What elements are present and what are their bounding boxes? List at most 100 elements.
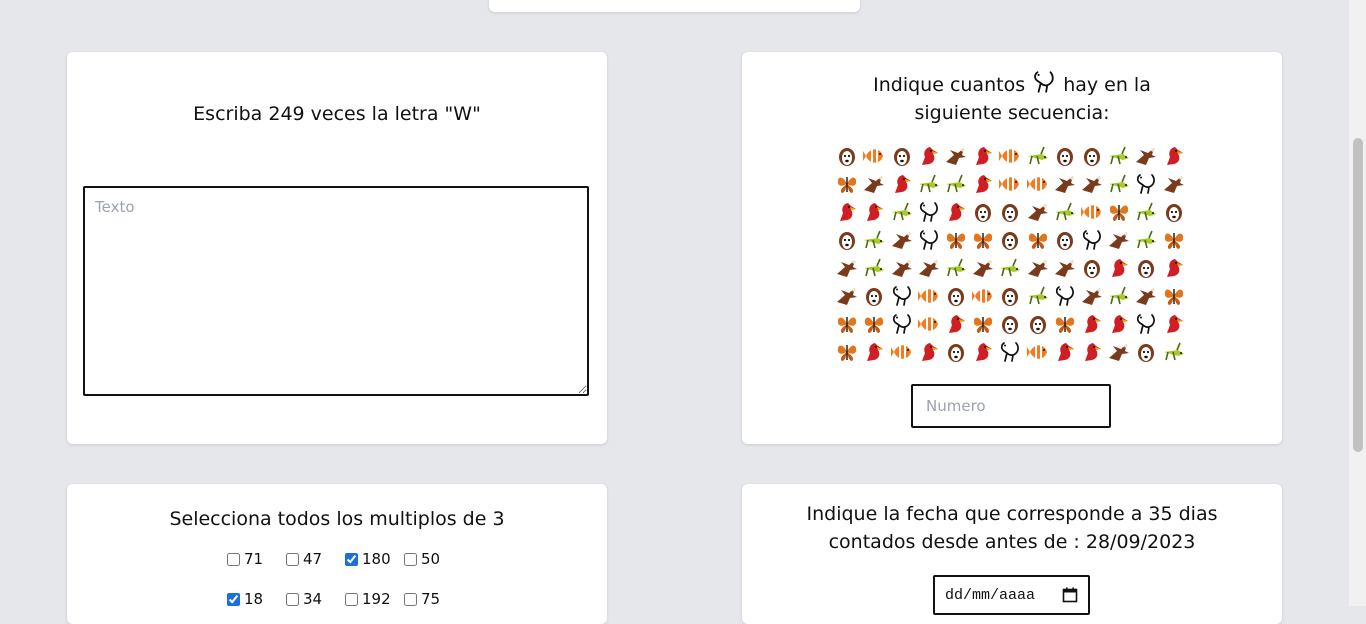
rooster-icon (998, 340, 1025, 364)
grasshopper-icon (862, 228, 889, 252)
eagle-icon (971, 256, 998, 280)
multiple-option-label: 71 (244, 550, 264, 568)
cardinal-icon (1162, 312, 1189, 336)
rooster-icon (917, 200, 944, 224)
eagle-icon (944, 144, 971, 168)
eagle-icon (1080, 172, 1107, 196)
grasshopper-icon (862, 256, 889, 280)
fish-icon (917, 284, 944, 308)
grasshopper-icon (1162, 340, 1189, 364)
dog-icon (971, 200, 998, 224)
write-letter-card: Escriba 249 veces la letra "W" (67, 52, 607, 444)
calendar-icon[interactable] (1062, 587, 1078, 603)
eagle-icon (835, 284, 862, 308)
cardinal-icon (917, 144, 944, 168)
multiple-option[interactable]: 71 (227, 548, 286, 570)
butterfly-icon (835, 340, 862, 364)
grasshopper-icon (944, 256, 971, 280)
dog-icon (890, 144, 917, 168)
eagle-icon (1053, 172, 1080, 196)
multiple-checkbox[interactable] (404, 552, 417, 566)
multiple-option[interactable]: 47 (286, 548, 345, 570)
cardinal-icon (890, 172, 917, 196)
eagle-icon (1162, 172, 1189, 196)
multiple-checkbox[interactable] (227, 592, 240, 606)
multiple-checkbox[interactable] (345, 552, 358, 566)
grasshopper-icon (1107, 144, 1134, 168)
dog-icon (1080, 144, 1107, 168)
butterfly-icon (971, 312, 998, 336)
eagle-icon (890, 256, 917, 280)
cardinal-icon (835, 200, 862, 224)
cardinal-icon (1053, 340, 1080, 364)
date-instruction: Indique la fecha que corresponde a 35 di… (806, 503, 1218, 553)
multiple-checkbox[interactable] (404, 592, 417, 606)
dog-icon (998, 312, 1025, 336)
eagle-icon (1134, 284, 1161, 308)
fish-icon (971, 284, 998, 308)
multiple-checkbox[interactable] (227, 552, 240, 566)
grasshopper-icon (917, 172, 944, 196)
multiple-option-label: 34 (303, 590, 323, 608)
eagle-icon (1107, 228, 1134, 252)
text-input[interactable] (83, 186, 589, 396)
multiple-checkbox[interactable] (286, 552, 299, 566)
multiple-checkbox[interactable] (345, 592, 358, 606)
grasshopper-icon (1134, 200, 1161, 224)
eagle-icon (862, 172, 889, 196)
number-input[interactable] (911, 384, 1111, 428)
eagle-icon (1080, 284, 1107, 308)
fish-icon (917, 312, 944, 336)
date-input[interactable]: dd/mm/aaaa (933, 575, 1090, 615)
cardinal-icon (1080, 312, 1107, 336)
page-scrollbar[interactable] (1349, 0, 1366, 606)
cardinal-icon (1107, 312, 1134, 336)
scrollbar-thumb[interactable] (1353, 138, 1363, 452)
eagle-icon (835, 256, 862, 280)
grasshopper-icon (1107, 172, 1134, 196)
grasshopper-icon (1134, 228, 1161, 252)
count-instruction: Indique cuantos hay en la siguiente secu… (832, 69, 1192, 127)
butterfly-icon (1162, 284, 1189, 308)
eagle-icon (1107, 340, 1134, 364)
fish-icon (1080, 200, 1107, 224)
multiple-option[interactable]: 34 (286, 588, 345, 610)
cardinal-icon (917, 340, 944, 364)
multiple-checkbox[interactable] (286, 592, 299, 606)
dog-icon (1026, 312, 1053, 336)
eagle-icon (1026, 256, 1053, 280)
fish-icon (862, 144, 889, 168)
butterfly-icon (862, 312, 889, 336)
multiple-option[interactable]: 50 (404, 548, 463, 570)
dog-icon (944, 284, 971, 308)
rooster-icon (917, 228, 944, 252)
cardinal-icon (1080, 340, 1107, 364)
dog-icon (944, 340, 971, 364)
grasshopper-icon (998, 256, 1025, 280)
butterfly-icon (1026, 228, 1053, 252)
multiple-option-label: 47 (303, 550, 323, 568)
butterfly-icon (835, 312, 862, 336)
dog-icon (998, 284, 1025, 308)
dog-icon (1162, 200, 1189, 224)
cardinal-icon (862, 340, 889, 364)
grasshopper-icon (890, 200, 917, 224)
cardinal-icon (1162, 144, 1189, 168)
cardinal-icon (944, 200, 971, 224)
cardinal-icon (1162, 256, 1189, 280)
count-emoji-card: Indique cuantos hay en la siguiente secu… (742, 52, 1282, 444)
multiple-option[interactable]: 75 (404, 588, 463, 610)
grasshopper-icon (944, 172, 971, 196)
dog-icon (1080, 256, 1107, 280)
multiple-option[interactable]: 192 (345, 588, 404, 610)
multiples-instruction: Selecciona todos los multiplos de 3 (169, 508, 505, 530)
multiple-option[interactable]: 180 (345, 548, 404, 570)
eagle-icon (1053, 256, 1080, 280)
dog-icon (998, 200, 1025, 224)
butterfly-icon (1162, 228, 1189, 252)
multiple-option[interactable]: 18 (227, 588, 286, 610)
fish-icon (998, 144, 1025, 168)
dog-icon (1053, 144, 1080, 168)
multiples-card: Selecciona todos los multiplos de 3 71 47… (67, 484, 607, 624)
eagle-icon (890, 228, 917, 252)
